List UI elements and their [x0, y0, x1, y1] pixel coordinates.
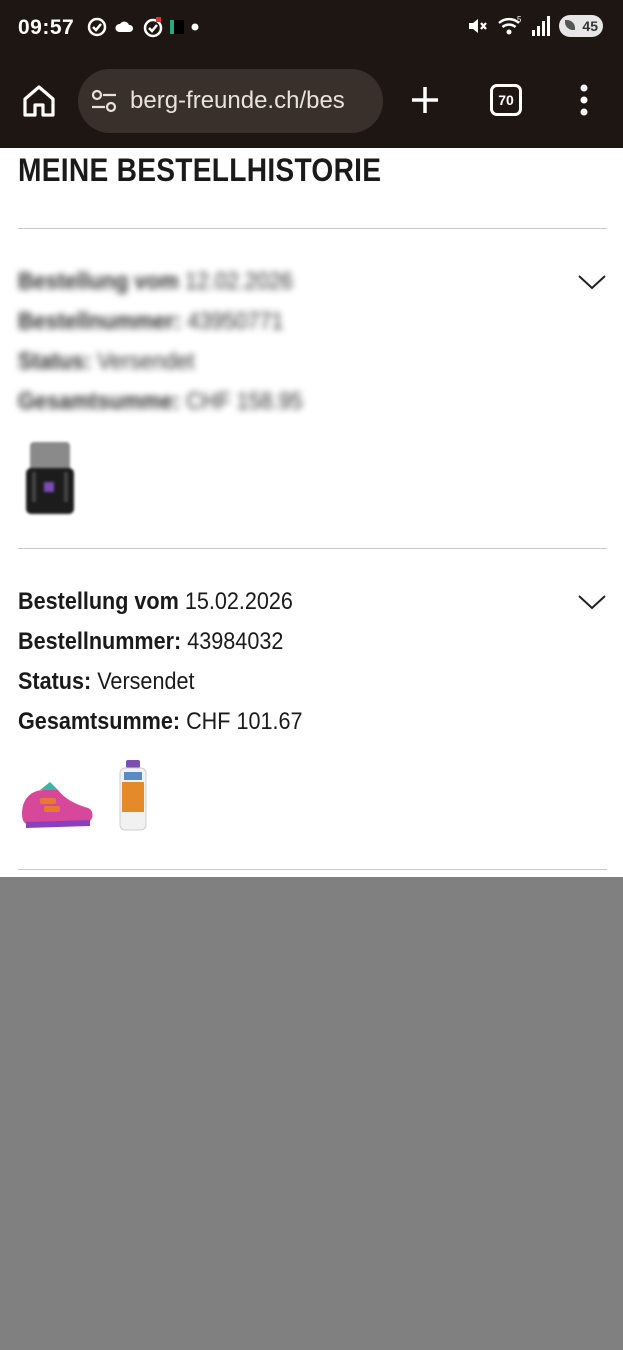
wifi-icon: 5 [498, 15, 522, 35]
svg-text:5: 5 [517, 15, 522, 24]
flag-icon [170, 20, 184, 34]
backpack-product-image[interactable] [18, 438, 82, 518]
modal-overlay[interactable] [0, 877, 623, 1350]
battery-indicator: 45 [559, 15, 603, 37]
notification-icons [86, 16, 200, 38]
order-status-line: Status: Versendet [18, 348, 195, 375]
order-details-blurred: Bestellung vom 12.02.2026 Bestellnummer:… [18, 262, 607, 422]
order-items [18, 438, 607, 518]
site-settings-icon[interactable] [90, 89, 118, 113]
tab-count: 70 [498, 92, 514, 108]
more-menu-icon[interactable] [570, 82, 598, 118]
battery-level: 45 [582, 18, 598, 34]
order-card[interactable]: Bestellung vom 15.02.2026 Bestellnummer:… [18, 582, 607, 832]
page-content: MEINE BESTELLHISTORIE Bestellung vom 12.… [0, 148, 623, 877]
new-tab-icon[interactable] [407, 82, 443, 118]
order-total-line: Gesamtsumme: CHF 158.95 [18, 388, 303, 415]
shield-notification-icon [87, 17, 107, 37]
mute-icon [469, 19, 487, 33]
order-total-line: Gesamtsumme: CHF 101.67 [18, 708, 303, 735]
chevron-down-icon[interactable] [577, 592, 607, 612]
divider [18, 228, 607, 229]
order-number-line: Bestellnummer: 43984032 [18, 628, 284, 655]
status-bar: 09:57 5 45 [0, 0, 623, 60]
kids-shoe-product-image[interactable] [18, 776, 96, 832]
order-date-line: Bestellung vom 12.02.2026 [18, 268, 293, 295]
signal-icon [532, 16, 550, 36]
dot-icon [191, 23, 199, 31]
order-card[interactable]: Bestellung vom 12.02.2026 Bestellnummer:… [18, 262, 607, 518]
status-time: 09:57 [18, 16, 75, 39]
order-number-line: Bestellnummer: 43950771 [18, 308, 284, 335]
divider [18, 869, 607, 870]
home-icon[interactable] [20, 82, 58, 120]
tab-switcher-button[interactable]: 70 [490, 84, 522, 116]
url-text[interactable]: berg-freunde.ch/bes [130, 87, 345, 115]
cloud-icon [115, 21, 134, 32]
wash-bottle-product-image[interactable] [116, 758, 150, 832]
page-title: MEINE BESTELLHISTORIE [18, 152, 382, 188]
system-icons: 5 45 [465, 14, 603, 38]
browser-chrome: 09:57 5 45 berg-freunde.ch/bes 70 [0, 0, 623, 148]
order-date-line: Bestellung vom 15.02.2026 [18, 588, 293, 615]
divider [18, 548, 607, 549]
app-badge-icon [143, 17, 163, 38]
battery-saver-icon [565, 20, 575, 30]
order-items [18, 758, 607, 832]
address-bar[interactable]: berg-freunde.ch/bes [78, 69, 383, 133]
browser-toolbar: berg-freunde.ch/bes 70 [0, 68, 623, 136]
order-status-line: Status: Versendet [18, 668, 195, 695]
